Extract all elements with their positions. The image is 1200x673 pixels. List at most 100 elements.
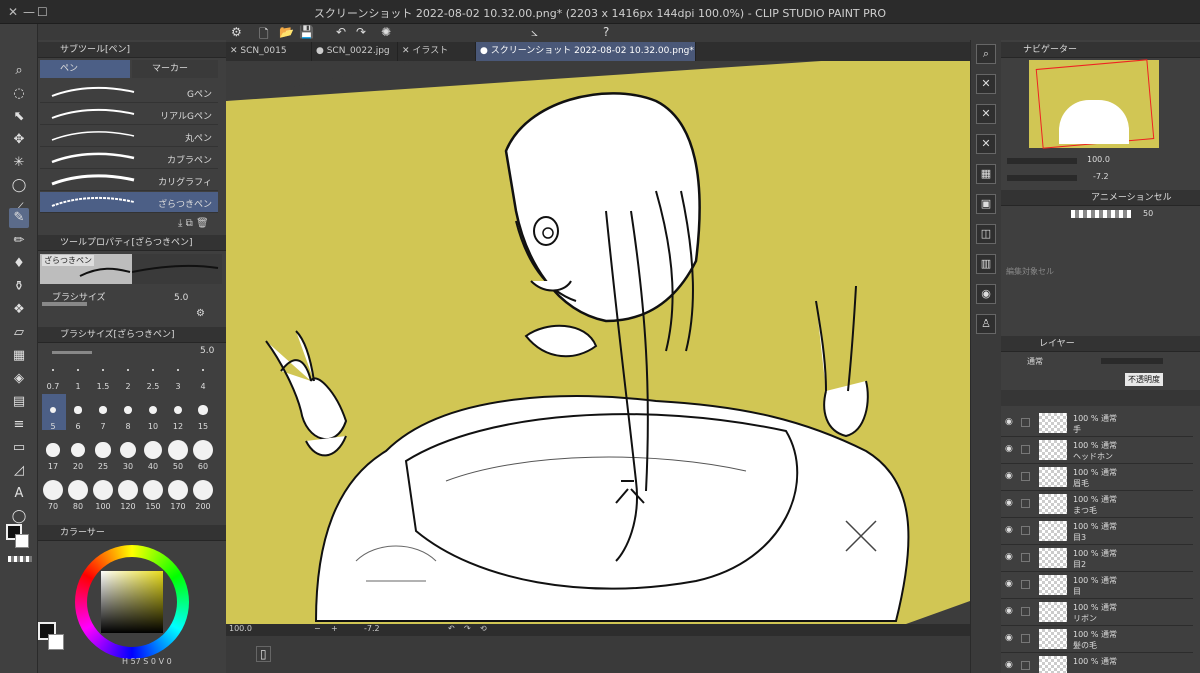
visibility-eye-icon[interactable]: ◉: [1005, 471, 1013, 481]
layer-checkbox[interactable]: [1021, 634, 1030, 643]
tab-document-active[interactable]: ● スクリーンショット 2022-08-02 10.32.00.png*: [476, 42, 696, 61]
material-3-icon[interactable]: ✕: [976, 134, 996, 154]
brush-size-dot[interactable]: [149, 406, 157, 414]
layer-checkbox[interactable]: [1021, 607, 1030, 616]
brush-size-dot[interactable]: [193, 440, 213, 460]
lasso-select-tool-icon[interactable]: ◌: [9, 84, 29, 104]
navigator-toggle-icon[interactable]: ⌕: [976, 44, 996, 64]
text-tool-icon[interactable]: A: [9, 484, 29, 504]
layer-row[interactable]: ◉ 100 % 通常 髪の毛: [1001, 626, 1193, 653]
brush-size-dot[interactable]: [74, 406, 82, 414]
ruler-tool-icon[interactable]: ◿: [9, 461, 29, 481]
blend-tool-icon[interactable]: ▦: [9, 346, 29, 366]
move-tool-icon[interactable]: ✥: [9, 130, 29, 150]
tab-document[interactable]: ✕ SCN_0015: [226, 42, 312, 61]
layer-checkbox[interactable]: [1021, 526, 1030, 535]
brush-size-dot[interactable]: [68, 480, 88, 500]
help-icon[interactable]: ?: [603, 25, 609, 39]
blend-mode-select[interactable]: 通常: [1027, 356, 1043, 367]
material-6-icon[interactable]: ◫: [976, 224, 996, 244]
layer-row[interactable]: ◉ 100 % 通常 ヘッドホン: [1001, 437, 1193, 464]
visibility-eye-icon[interactable]: ◉: [1005, 552, 1013, 562]
decoration-tool-icon[interactable]: ❖: [9, 300, 29, 320]
visibility-eye-icon[interactable]: ◉: [1005, 498, 1013, 508]
copy-subtool-icon[interactable]: ⧉: [186, 218, 193, 229]
material-5-icon[interactable]: ▣: [976, 194, 996, 214]
visibility-eye-icon[interactable]: ◉: [1005, 579, 1013, 589]
brush-size-dot[interactable]: [71, 443, 85, 457]
brush-tool-icon[interactable]: ♦: [9, 254, 29, 274]
brush-size-dot[interactable]: [143, 480, 163, 500]
layer-row[interactable]: ◉ 100 % 通常: [1001, 653, 1193, 673]
figure-tool-icon[interactable]: ≡: [9, 415, 29, 435]
brush-size-dot[interactable]: [193, 480, 213, 500]
layer-row[interactable]: ◉ 100 % 通常手: [1001, 410, 1193, 437]
undo-icon[interactable]: ↶: [336, 25, 346, 39]
brush-size-dot[interactable]: [168, 480, 188, 500]
brush-size-dot[interactable]: [119, 441, 137, 459]
tab-document[interactable]: ● SCN_0022.jpg: [312, 42, 398, 61]
brush-size-dot[interactable]: [151, 368, 155, 372]
pencil-tool-icon[interactable]: ✏: [9, 231, 29, 251]
material-4-icon[interactable]: ▦: [976, 164, 996, 184]
visibility-eye-icon[interactable]: ◉: [1005, 606, 1013, 616]
brush-item-selected[interactable]: ざらつきペン: [40, 192, 218, 213]
operation-tool-icon[interactable]: ⬉: [9, 107, 29, 127]
brush-size-panel-slider[interactable]: [52, 351, 92, 354]
tab-pen[interactable]: ペン: [40, 60, 130, 78]
brush-item[interactable]: リアルGペン: [40, 104, 218, 125]
visibility-eye-icon[interactable]: ◉: [1005, 633, 1013, 643]
clear-icon[interactable]: ✺: [381, 25, 391, 39]
brush-item[interactable]: 丸ペン: [40, 126, 218, 147]
canvas-area[interactable]: [226, 61, 970, 624]
sub-color-swatch[interactable]: [15, 534, 29, 548]
camera-icon[interactable]: ◉: [976, 284, 996, 304]
zoom-out-icon[interactable]: −: [314, 624, 321, 633]
color-sub-swatch[interactable]: [48, 634, 64, 650]
eraser-tool-icon[interactable]: ▱: [9, 323, 29, 343]
layer-checkbox[interactable]: [1021, 418, 1030, 427]
airbrush-tool-icon[interactable]: ⚱: [9, 277, 29, 297]
material-2-icon[interactable]: ✕: [976, 104, 996, 124]
reset-rotation-icon[interactable]: ⟲: [480, 624, 487, 633]
brush-size-dot[interactable]: [93, 480, 113, 500]
brush-size-dot[interactable]: [46, 443, 60, 457]
visibility-eye-icon[interactable]: ◉: [1005, 444, 1013, 454]
layer-row[interactable]: ◉ 100 % 通常 目2: [1001, 545, 1193, 572]
color-hue-ring[interactable]: [75, 545, 189, 659]
auto-select-tool-icon[interactable]: ✳: [9, 153, 29, 173]
brush-item[interactable]: カブラペン: [40, 148, 218, 169]
visibility-eye-icon[interactable]: ◉: [1005, 660, 1013, 670]
layer-row[interactable]: ◉ 100 % 通常 眉毛: [1001, 464, 1193, 491]
brush-size-dot[interactable]: [95, 442, 111, 458]
fill-tool-icon[interactable]: ◈: [9, 369, 29, 389]
open-file-icon[interactable]: 📂: [279, 25, 294, 39]
brush-size-dot[interactable]: [143, 440, 163, 460]
brush-size-dot[interactable]: [198, 405, 208, 415]
brush-size-dot[interactable]: [99, 406, 107, 414]
navigator-zoom-slider[interactable]: [1007, 158, 1077, 164]
rotate-left-icon[interactable]: ↶: [448, 624, 455, 633]
brush-size-dot[interactable]: [124, 406, 132, 414]
layer-row[interactable]: ◉ 100 % 通常 目3: [1001, 518, 1193, 545]
layer-checkbox[interactable]: [1021, 472, 1030, 481]
layer-checkbox[interactable]: [1021, 580, 1030, 589]
layer-row[interactable]: ◉ 100 % 通常目: [1001, 572, 1193, 599]
color-sv-square[interactable]: [101, 571, 163, 633]
zoom-tool-icon[interactable]: ⌕: [9, 61, 29, 81]
navigator-rotate-slider[interactable]: [1007, 175, 1077, 181]
delete-subtool-icon[interactable]: 🗑: [196, 218, 209, 229]
layer-opacity-slider[interactable]: [1101, 358, 1163, 364]
navigator-preview[interactable]: [1029, 59, 1159, 149]
toggle-panel-icon[interactable]: ▯: [256, 646, 271, 662]
ruler-snap-icon[interactable]: ⦣: [531, 25, 538, 40]
layer-checkbox[interactable]: [1021, 553, 1030, 562]
frame-border-tool-icon[interactable]: ▭: [9, 438, 29, 458]
visibility-eye-icon[interactable]: ◉: [1005, 417, 1013, 427]
brush-size-dot[interactable]: [118, 480, 138, 500]
brush-size-dot[interactable]: [201, 368, 205, 372]
layer-checkbox[interactable]: [1021, 661, 1030, 670]
download-subtool-icon[interactable]: ⤓: [178, 218, 182, 229]
brush-size-slider[interactable]: [42, 302, 87, 306]
tab-document[interactable]: ✕ イラスト: [398, 42, 476, 61]
